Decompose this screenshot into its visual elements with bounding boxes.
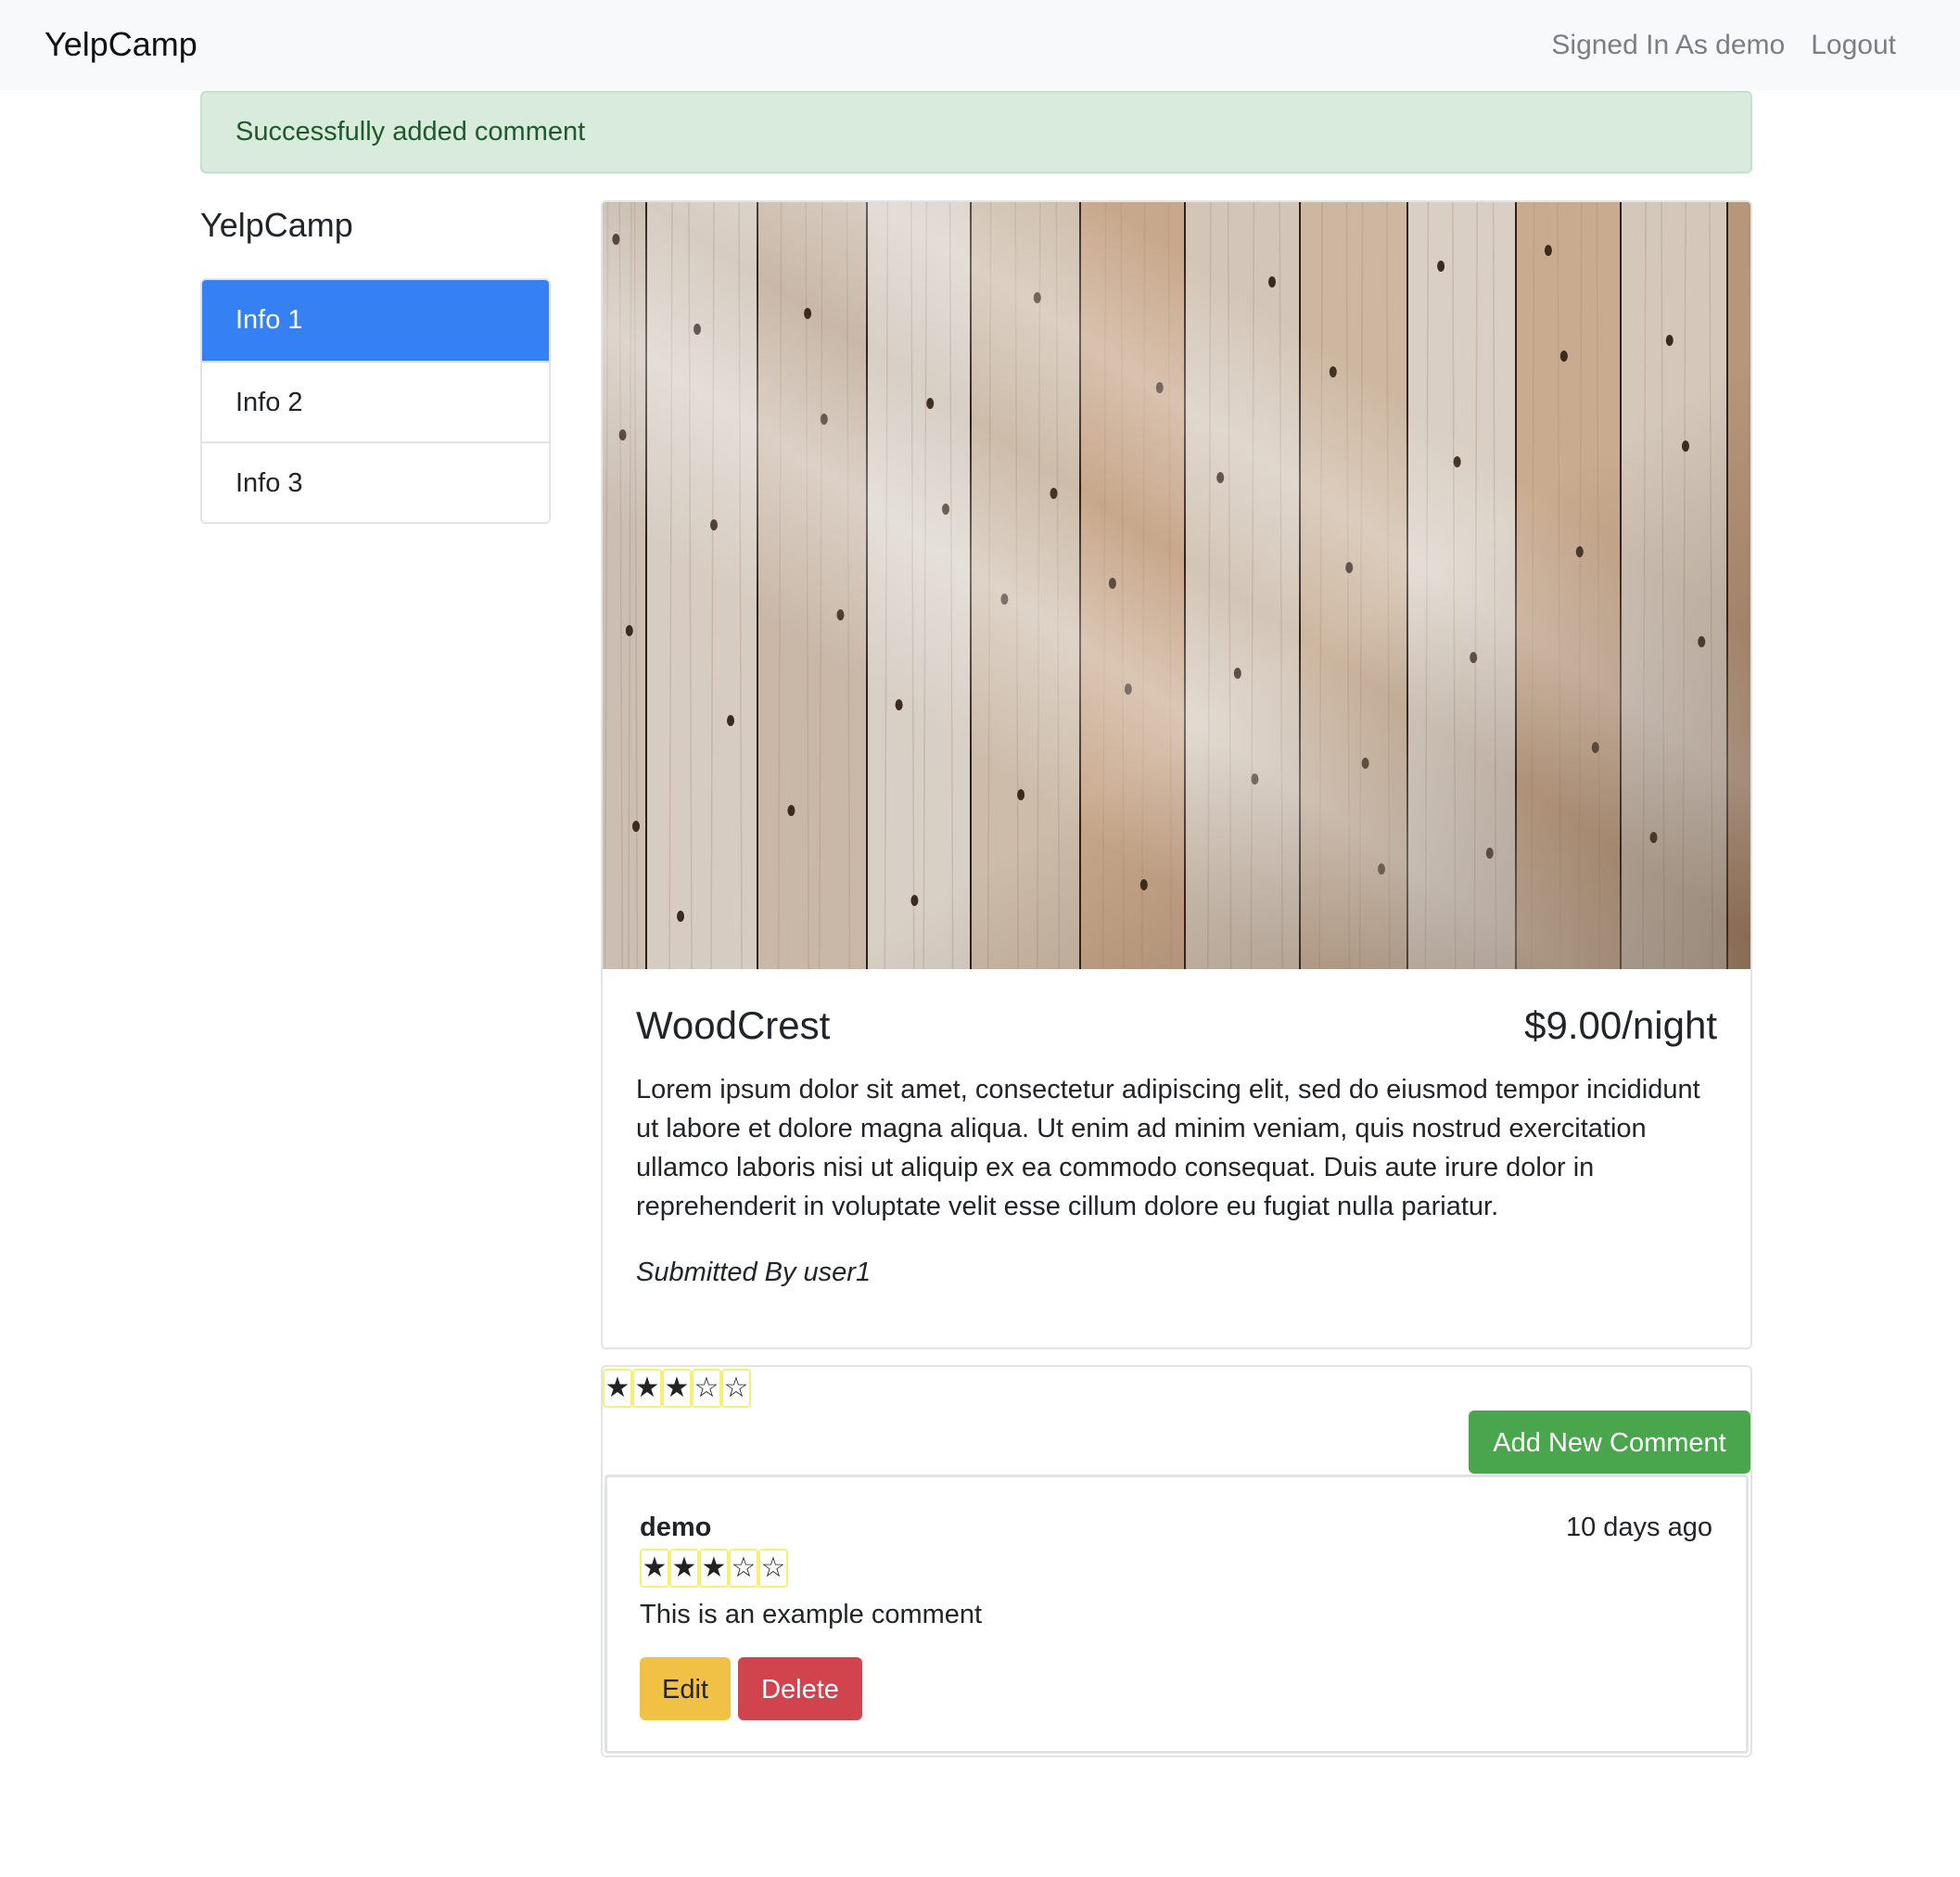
- submitted-by: Submitted By user1: [636, 1258, 872, 1287]
- delete-comment-button[interactable]: Delete: [738, 1657, 862, 1720]
- sidebar-title: YelpCamp: [200, 206, 353, 244]
- signed-in-link[interactable]: Signed In As demo: [1551, 26, 1785, 65]
- star-empty-icon: ☆: [758, 1549, 788, 1588]
- sidebar-item-info-3[interactable]: Info 3: [202, 441, 549, 522]
- comment-rating-stars: ★ ★ ★ ☆ ☆: [640, 1549, 788, 1588]
- star-filled-icon: ★: [699, 1549, 729, 1588]
- sidebar-list: Info 1 Info 2 Info 3: [200, 278, 551, 524]
- campground-image: [603, 202, 1750, 969]
- comment-card: demo 10 days ago ★ ★ ★ ☆ ☆ This is an exampl…: [605, 1475, 1749, 1754]
- sidebar-item-info-1[interactable]: Info 1: [202, 280, 549, 361]
- comment-timestamp: 10 days ago: [1565, 1513, 1712, 1542]
- comment-author: demo: [640, 1513, 712, 1542]
- star-filled-icon: ★: [669, 1549, 699, 1588]
- star-empty-icon: ☆: [729, 1549, 758, 1588]
- star-filled-icon: ★: [640, 1549, 669, 1588]
- star-filled-icon: ★: [603, 1369, 632, 1408]
- star-empty-icon: ☆: [692, 1369, 721, 1408]
- campground-description: Lorem ipsum dolor sit amet, consectetur …: [636, 1075, 1700, 1221]
- campground-name: WoodCrest: [636, 1003, 831, 1047]
- edit-comment-button[interactable]: Edit: [640, 1657, 731, 1720]
- sidebar-item-info-2[interactable]: Info 2: [202, 361, 549, 441]
- star-filled-icon: ★: [632, 1369, 662, 1408]
- campground-card: WoodCrest $9.00/night Lorem ipsum dolor …: [601, 200, 1752, 1349]
- comments-well: ★ ★ ★ ☆ ☆ Add New Comment demo 10 days ago ★…: [601, 1365, 1752, 1757]
- star-empty-icon: ☆: [721, 1369, 751, 1408]
- star-filled-icon: ★: [662, 1369, 692, 1408]
- navbar-brand[interactable]: YelpCamp: [45, 22, 197, 67]
- success-alert: Successfully added comment: [200, 91, 1752, 173]
- wood-planks-photo: [603, 202, 1750, 969]
- navbar: YelpCamp Signed In As demo Logout: [0, 0, 1960, 90]
- campground-price: $9.00/night: [1524, 1003, 1717, 1047]
- comment-text: This is an example comment: [640, 1600, 983, 1629]
- add-new-comment-button[interactable]: Add New Comment: [1469, 1411, 1750, 1474]
- navbar-right: Signed In As demo Logout: [1551, 26, 1896, 65]
- average-rating-stars: ★ ★ ★ ☆ ☆: [603, 1369, 751, 1408]
- logout-link[interactable]: Logout: [1811, 26, 1896, 65]
